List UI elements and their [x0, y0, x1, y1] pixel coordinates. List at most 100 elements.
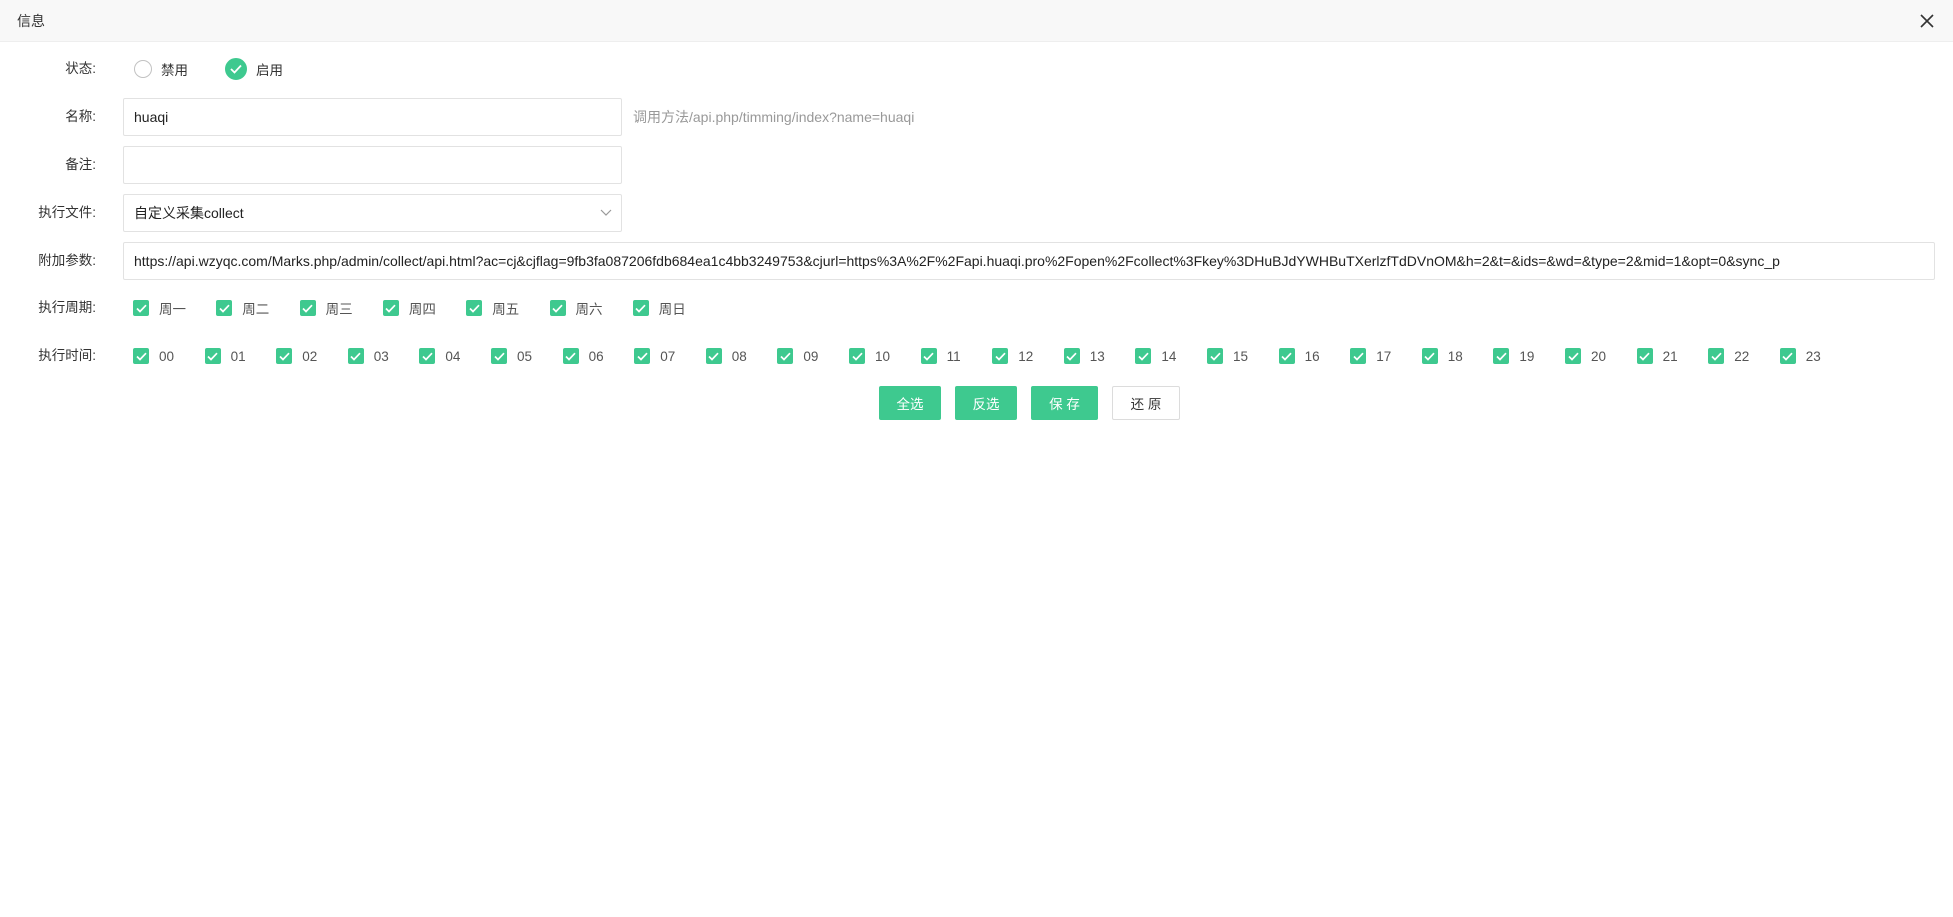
checkbox-11[interactable]: 11: [920, 347, 961, 365]
checkbox-checked-icon: [347, 348, 364, 364]
checkbox-checked-icon: [705, 348, 722, 364]
checkbox-label: 周四: [408, 302, 436, 317]
checkbox-周四[interactable]: 周四: [382, 299, 436, 317]
checkbox-label: 21: [1662, 348, 1678, 364]
exec-file-row: 执行文件: 自定义采集collect: [0, 194, 1953, 232]
checkbox-checked-icon: [1135, 348, 1152, 364]
checkbox-label: 周五: [492, 302, 520, 317]
checkbox-checked-icon: [1063, 348, 1080, 364]
name-input[interactable]: [123, 98, 622, 136]
checkbox-周六[interactable]: 周六: [549, 299, 603, 317]
checkbox-label: 17: [1376, 348, 1392, 364]
remark-input[interactable]: [123, 146, 622, 184]
checkbox-03[interactable]: 03: [347, 347, 389, 365]
exec-file-select[interactable]: 自定义采集collect: [123, 194, 622, 232]
checkbox-checked-icon: [1278, 348, 1295, 364]
checkbox-checked-icon: [133, 348, 149, 364]
hour-checkboxes: 00 01 02 03 04 05 06 07 08 09 10 11 12 13 14 15 16 17 18 19…: [0, 337, 1953, 375]
checkbox-周五[interactable]: 周五: [466, 299, 519, 317]
params-row: 附加参数: https://api.wzyqc.com/Marks.php/ad…: [0, 242, 1953, 280]
checkbox-checked-icon: [920, 348, 937, 364]
checkbox-label: 12: [1018, 348, 1034, 364]
close-icon: [1920, 14, 1934, 28]
invert-selection-button[interactable]: 反选: [955, 386, 1017, 420]
checkbox-checked-icon: [299, 300, 316, 316]
checkbox-checked-icon: [216, 300, 233, 316]
checkbox-checked-icon: [382, 300, 399, 316]
checkbox-label: 19: [1519, 348, 1535, 364]
checkbox-checked-icon: [1350, 348, 1367, 364]
checkbox-label: 周日: [658, 302, 686, 317]
checkbox-23[interactable]: 23: [1779, 347, 1821, 365]
checkbox-13[interactable]: 13: [1063, 347, 1105, 365]
checkbox-label: 07: [660, 348, 676, 364]
exec-file-selected: 自定义采集collect: [134, 205, 244, 221]
checkbox-07[interactable]: 07: [634, 347, 675, 365]
checkbox-label: 18: [1447, 348, 1463, 364]
checkbox-01[interactable]: 01: [204, 347, 246, 365]
weekdays-row: 执行周期: 周一 周二 周三 周四 周五 周六 周日: [0, 289, 1953, 327]
checkbox-checked-icon: [992, 348, 1009, 364]
checkbox-08[interactable]: 08: [705, 347, 747, 365]
remark-row: 备注:: [0, 146, 1953, 184]
checkbox-周日[interactable]: 周日: [632, 299, 686, 317]
checkbox-22[interactable]: 22: [1708, 347, 1749, 365]
checkbox-19[interactable]: 19: [1493, 347, 1534, 365]
checkbox-label: 10: [875, 348, 891, 364]
checkbox-checked-icon: [133, 300, 149, 316]
checkbox-周三[interactable]: 周三: [299, 299, 353, 317]
checkbox-12[interactable]: 12: [992, 347, 1033, 365]
checkbox-10[interactable]: 10: [849, 347, 890, 365]
exec-file-label: 执行文件:: [38, 205, 96, 220]
checkbox-checked-icon: [849, 348, 865, 364]
checkbox-label: 周一: [159, 302, 186, 317]
checkbox-label: 04: [445, 348, 461, 364]
checkbox-checked-icon: [1779, 348, 1796, 364]
checkbox-label: 周六: [575, 302, 603, 317]
checkbox-label: 14: [1161, 348, 1177, 364]
close-button[interactable]: [1916, 10, 1938, 32]
checkbox-00[interactable]: 00: [133, 347, 174, 365]
checkbox-label: 01: [230, 348, 246, 364]
params-input[interactable]: https://api.wzyqc.com/Marks.php/admin/co…: [123, 242, 1935, 280]
dialog-title: 信息: [17, 13, 45, 29]
status-label: 状态:: [65, 61, 96, 76]
radio-enabled-label: 启用: [256, 63, 283, 78]
checkbox-18[interactable]: 18: [1421, 347, 1463, 365]
checkbox-checked-icon: [276, 348, 293, 364]
params-label: 附加参数:: [38, 253, 96, 268]
checkbox-checked-icon: [419, 348, 436, 364]
checkbox-20[interactable]: 20: [1565, 347, 1606, 365]
checkbox-周一[interactable]: 周一: [133, 299, 186, 317]
checkbox-checked-icon: [562, 348, 579, 364]
name-label: 名称:: [65, 109, 96, 124]
checkbox-label: 13: [1089, 348, 1105, 364]
checkbox-周二[interactable]: 周二: [216, 299, 269, 317]
checkbox-21[interactable]: 21: [1636, 347, 1678, 365]
checkbox-15[interactable]: 15: [1207, 347, 1248, 365]
checkbox-checked-icon: [1708, 348, 1725, 364]
checkbox-16[interactable]: 16: [1278, 347, 1320, 365]
checkbox-checked-icon: [549, 300, 566, 316]
checkbox-label: 23: [1805, 348, 1821, 364]
weekday-checkboxes: 周一 周二 周三 周四 周五 周六 周日: [0, 289, 1953, 327]
checkbox-label: 15: [1233, 348, 1249, 364]
radio-enabled[interactable]: 启用: [225, 57, 283, 81]
chevron-down-icon: [600, 209, 612, 216]
checkbox-09[interactable]: 09: [777, 347, 818, 365]
checkbox-14[interactable]: 14: [1135, 347, 1176, 365]
save-button[interactable]: 保 存: [1031, 386, 1098, 420]
select-all-button[interactable]: 全选: [879, 386, 941, 420]
reset-button[interactable]: 还 原: [1112, 386, 1180, 420]
checkbox-06[interactable]: 06: [562, 347, 604, 365]
checkbox-02[interactable]: 02: [276, 347, 317, 365]
checkbox-05[interactable]: 05: [491, 347, 532, 365]
radio-disabled[interactable]: 禁用: [134, 59, 188, 79]
checkbox-17[interactable]: 17: [1350, 347, 1391, 365]
checkbox-checked-icon: [777, 348, 794, 364]
checkbox-label: 09: [803, 348, 819, 364]
checkbox-04[interactable]: 04: [419, 347, 460, 365]
checkbox-checked-icon: [204, 348, 221, 364]
radio-disabled-label: 禁用: [161, 63, 188, 78]
checkbox-checked-icon: [1565, 348, 1581, 364]
